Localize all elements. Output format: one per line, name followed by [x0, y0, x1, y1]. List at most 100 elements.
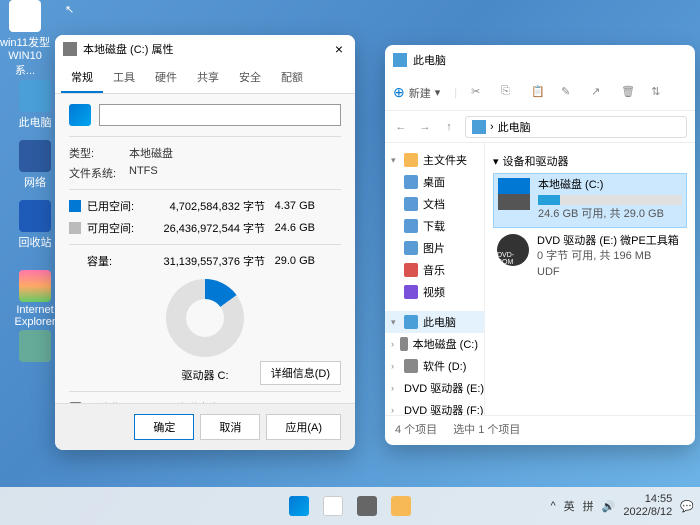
- details-button[interactable]: 详细信息(D): [260, 361, 341, 385]
- sidebar-drive-e[interactable]: ›DVD 驱动器 (E:): [385, 377, 484, 399]
- exp-title: 此电脑: [413, 52, 446, 68]
- drive-icon: [498, 178, 530, 210]
- drive-c-name: 本地磁盘 (C:): [538, 178, 682, 193]
- search-icon: [323, 496, 343, 516]
- sidebar-pics[interactable]: 图片: [385, 237, 484, 259]
- cursor-icon: ↖: [65, 3, 77, 19]
- cap-label: 容量:: [87, 253, 145, 269]
- search-button[interactable]: [318, 491, 348, 521]
- home-icon: [404, 153, 418, 167]
- ok-button[interactable]: 确定: [134, 414, 194, 440]
- apply-button[interactable]: 应用(A): [266, 414, 341, 440]
- sidebar-home[interactable]: ▾主文件夹: [385, 149, 484, 171]
- sidebar-drive-c[interactable]: ›本地磁盘 (C:): [385, 333, 484, 355]
- pc-icon: [404, 315, 418, 329]
- tab-general[interactable]: 常规: [61, 63, 103, 93]
- desktop-icon: [404, 175, 418, 189]
- drive-e-info1: 0 字节 可用, 共 196 MB: [537, 249, 683, 264]
- chevron-down-icon: ▾: [493, 155, 499, 168]
- exp-titlebar[interactable]: 此电脑: [385, 45, 695, 75]
- cap-bytes: 31,139,557,376 字节: [145, 253, 265, 269]
- forward-icon[interactable]: →: [417, 121, 433, 133]
- sidebar-drive-f[interactable]: ›DVD 驱动器 (F:): [385, 399, 484, 415]
- used-bytes: 4,702,584,832 字节: [145, 198, 265, 214]
- drive-icon: [400, 337, 407, 351]
- desktop-icon-file[interactable]: win11发型WIN10系...: [0, 0, 50, 78]
- fs-label: 文件系统:: [69, 165, 129, 181]
- start-button[interactable]: [284, 491, 314, 521]
- copy-icon[interactable]: ⎘: [501, 85, 517, 101]
- up-icon[interactable]: ↑: [441, 121, 457, 133]
- address-bar[interactable]: › 此电脑: [465, 116, 687, 138]
- sidebar-thispc[interactable]: ▾此电脑: [385, 311, 484, 333]
- status-bar: 4 个项目 选中 1 个项目: [385, 415, 695, 441]
- ime-lang[interactable]: 英: [564, 498, 575, 514]
- tab-tools[interactable]: 工具: [103, 63, 145, 93]
- drive-c-info: 24.6 GB 可用, 共 29.0 GB: [538, 207, 682, 222]
- share-icon[interactable]: ↗: [591, 85, 607, 101]
- paste-icon[interactable]: 📋: [531, 85, 547, 101]
- drive-item-e[interactable]: DVD-ROM DVD 驱动器 (E:) 微PE工具箱0 字节 可用, 共 19…: [493, 230, 687, 284]
- prop-tabs: 常规 工具 硬件 共享 安全 配额: [55, 63, 355, 94]
- delete-icon[interactable]: 🗑: [621, 85, 637, 101]
- properties-window: 本地磁盘 (C:) 属性 × 常规 工具 硬件 共享 安全 配额 类型: 本地磁盘…: [55, 35, 355, 450]
- pics-icon: [404, 241, 418, 255]
- taskview-icon: [357, 496, 377, 516]
- tab-sharing[interactable]: 共享: [187, 63, 229, 93]
- cancel-button[interactable]: 取消: [200, 414, 260, 440]
- free-color-icon: [69, 222, 81, 234]
- section-devices[interactable]: ▾设备和驱动器: [493, 153, 687, 169]
- prop-title: 本地磁盘 (C:) 属性: [83, 41, 331, 57]
- tab-quota[interactable]: 配额: [271, 63, 313, 93]
- downloads-icon: [404, 219, 418, 233]
- explorer-window: 此电脑 ⊕新建▾ | ✂ ⎘ 📋 ✎ ↗ 🗑 ⇅ ← → ↑ › 此电脑 ▾主文…: [385, 45, 695, 445]
- drive-icon: [404, 359, 418, 373]
- desktop-icon-thispc[interactable]: 此电脑: [10, 80, 60, 130]
- windows-icon: [289, 496, 309, 516]
- clock[interactable]: 14:552022/8/12: [623, 493, 672, 519]
- rename-icon[interactable]: ✎: [561, 85, 577, 101]
- windows-icon: [69, 104, 91, 126]
- status-count: 4 个项目: [395, 421, 437, 437]
- sidebar-docs[interactable]: 文档: [385, 193, 484, 215]
- used-color-icon: [69, 200, 81, 212]
- free-label: 可用空间:: [87, 220, 145, 236]
- close-icon[interactable]: ×: [331, 41, 347, 57]
- cap-gb: 29.0 GB: [265, 255, 315, 267]
- tray-chevron-icon[interactable]: ^: [550, 500, 555, 512]
- desktop-icon-ie[interactable]: Internet Explorer: [10, 270, 60, 328]
- main-pane: ▾设备和驱动器 本地磁盘 (C:) 24.6 GB 可用, 共 29.0 GB D…: [485, 143, 695, 415]
- type-label: 类型:: [69, 145, 129, 161]
- used-gb: 4.37 GB: [265, 200, 315, 212]
- desktop-icon-network[interactable]: 网络: [10, 140, 60, 190]
- prop-titlebar[interactable]: 本地磁盘 (C:) 属性 ×: [55, 35, 355, 63]
- sidebar-downloads[interactable]: 下载: [385, 215, 484, 237]
- docs-icon: [404, 197, 418, 211]
- drive-icon: [63, 42, 77, 56]
- videos-icon: [404, 285, 418, 299]
- sidebar: ▾主文件夹 桌面 文档 下载 图片 音乐 视频 ▾此电脑 ›本地磁盘 (C:) …: [385, 143, 485, 415]
- cut-icon[interactable]: ✂: [471, 85, 487, 101]
- back-icon[interactable]: ←: [393, 121, 409, 133]
- sidebar-videos[interactable]: 视频: [385, 281, 484, 303]
- plus-icon: ⊕: [393, 84, 405, 101]
- sort-icon[interactable]: ⇅: [651, 85, 667, 101]
- dvd-icon: DVD-ROM: [497, 234, 529, 266]
- system-tray: ^ 英 拼 🔊 14:552022/8/12 💬: [550, 493, 694, 519]
- sidebar-music[interactable]: 音乐: [385, 259, 484, 281]
- volume-icon[interactable]: 🔊: [602, 500, 616, 513]
- desktop-icon-recycle[interactable]: 回收站: [10, 200, 60, 250]
- drive-name-input[interactable]: [99, 104, 341, 126]
- tab-security[interactable]: 安全: [229, 63, 271, 93]
- drive-item-c[interactable]: 本地磁盘 (C:) 24.6 GB 可用, 共 29.0 GB: [493, 173, 687, 228]
- tab-hardware[interactable]: 硬件: [145, 63, 187, 93]
- explorer-taskbar[interactable]: [386, 491, 416, 521]
- breadcrumb: 此电脑: [498, 119, 531, 135]
- sidebar-drive-d[interactable]: ›软件 (D:): [385, 355, 484, 377]
- sidebar-desktop[interactable]: 桌面: [385, 171, 484, 193]
- taskview-button[interactable]: [352, 491, 382, 521]
- music-icon: [404, 263, 418, 277]
- new-button[interactable]: ⊕新建▾: [393, 84, 440, 101]
- ime-mode[interactable]: 拼: [583, 498, 594, 514]
- notifications-icon[interactable]: 💬: [680, 500, 694, 513]
